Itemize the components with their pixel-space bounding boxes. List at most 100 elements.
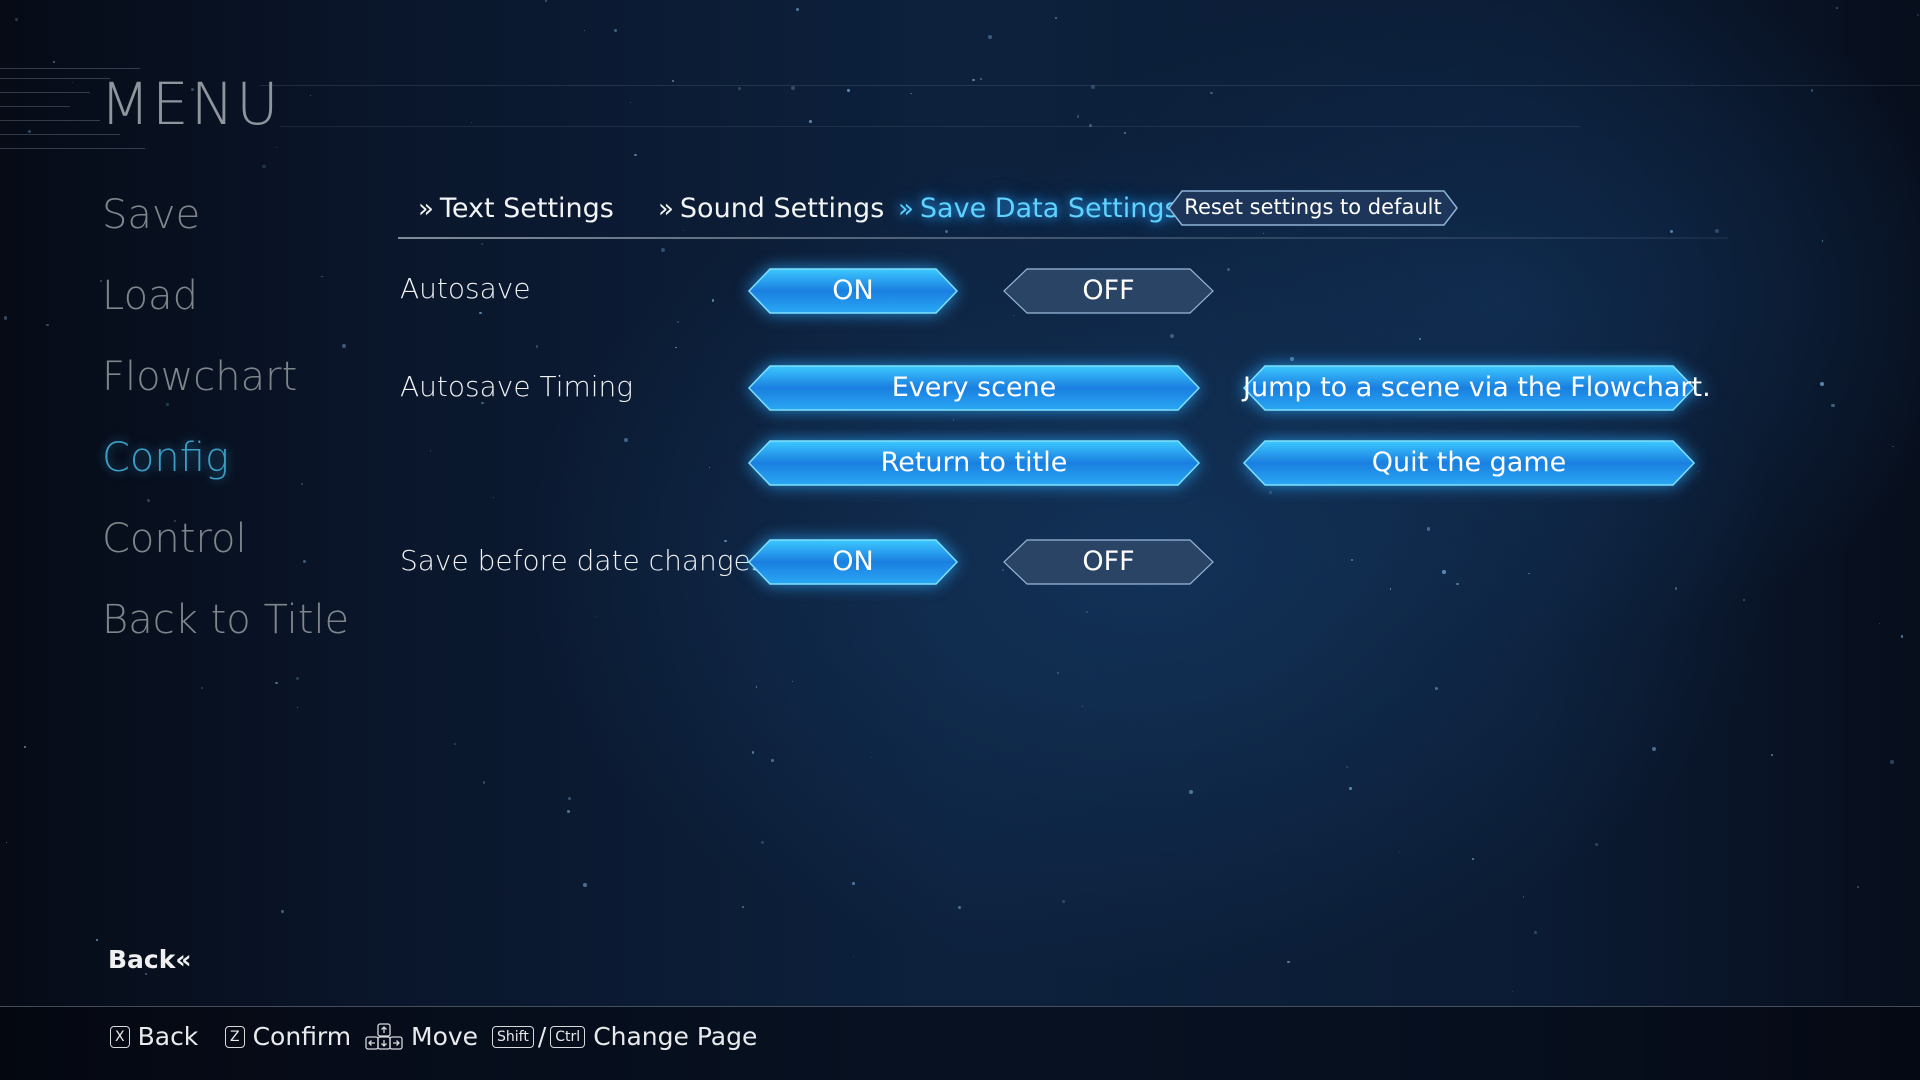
star-dot bbox=[429, 450, 432, 452]
star-dot bbox=[711, 298, 715, 302]
star-dot bbox=[852, 955, 855, 958]
star-dot bbox=[796, 8, 799, 11]
key-ctrl-icon: Ctrl bbox=[550, 1025, 586, 1048]
hint-change-page: Shift / Ctrl Change Page bbox=[492, 1022, 757, 1051]
autosave-label: Autosave bbox=[400, 272, 531, 305]
timing-return-to-title-button[interactable]: Return to title bbox=[747, 440, 1201, 486]
star-dot bbox=[1742, 599, 1745, 602]
menu-divider-lower bbox=[280, 126, 1580, 127]
star-dot bbox=[1878, 622, 1880, 624]
tab-label: Sound Settings bbox=[679, 193, 885, 224]
timing-every-scene-label: Every scene bbox=[891, 372, 1057, 403]
star-dot bbox=[1820, 382, 1824, 386]
star-dot bbox=[741, 905, 744, 908]
timing-return-to-title-label: Return to title bbox=[880, 447, 1068, 478]
autosave-on-button[interactable]: ON bbox=[747, 268, 959, 314]
hint-confirm: Z Confirm bbox=[225, 1022, 351, 1051]
star-dot bbox=[567, 809, 570, 813]
star-dot bbox=[1349, 787, 1352, 790]
star-dot bbox=[583, 29, 586, 32]
star-dot bbox=[594, 615, 596, 617]
hint-change-page-label: Change Page bbox=[593, 1022, 758, 1051]
star-dot bbox=[1900, 635, 1904, 638]
star-dot bbox=[755, 685, 758, 688]
reset-settings-label: Reset settings to default bbox=[1184, 195, 1442, 219]
star-dot bbox=[1085, 610, 1088, 613]
star-dot bbox=[262, 164, 266, 168]
autosave-on-label: ON bbox=[832, 275, 874, 306]
sidebar-item-control[interactable]: Control bbox=[102, 509, 349, 590]
timing-flowchart-jump-label: Jump to a scene via the Flowchart. bbox=[1243, 372, 1711, 403]
star-dot bbox=[296, 707, 298, 709]
star-dot bbox=[1287, 960, 1290, 964]
star-dot bbox=[1082, 705, 1084, 707]
tabs-underline bbox=[398, 237, 1728, 239]
star-dot bbox=[201, 687, 204, 690]
star-dot bbox=[14, 18, 18, 22]
save-before-date-label: Save before date changes bbox=[400, 544, 766, 577]
hint-back-label: Back bbox=[137, 1022, 199, 1051]
star-dot bbox=[1533, 930, 1538, 935]
reset-settings-button[interactable]: Reset settings to default bbox=[1168, 190, 1458, 226]
star-dot bbox=[1511, 991, 1513, 993]
star-dot bbox=[535, 345, 539, 348]
menu-divider bbox=[260, 85, 1920, 86]
star-dot bbox=[708, 466, 710, 469]
star-dot bbox=[910, 92, 913, 95]
tab-label: Text Settings bbox=[439, 193, 614, 224]
star-dot bbox=[661, 247, 666, 252]
star-dot bbox=[751, 750, 755, 754]
tab-label: Save Data Settings bbox=[919, 193, 1179, 224]
tab-sound-settings[interactable]: » Sound Settings bbox=[658, 193, 884, 224]
star-dot bbox=[630, 101, 632, 104]
timing-quit-game-button[interactable]: Quit the game bbox=[1242, 440, 1696, 486]
timing-flowchart-jump-button[interactable]: Jump to a scene via the Flowchart. bbox=[1242, 365, 1711, 411]
autosave-off-label: OFF bbox=[1082, 275, 1135, 306]
star-dot bbox=[544, 0, 548, 3]
timing-every-scene-button[interactable]: Every scene bbox=[747, 365, 1201, 411]
settings-tabs: » Text Settings » Sound Settings » Save Dat… bbox=[398, 185, 1728, 237]
back-label: Back bbox=[108, 945, 176, 974]
star-dot bbox=[24, 746, 26, 748]
sidebar-item-save[interactable]: Save bbox=[102, 185, 349, 266]
hint-confirm-label: Confirm bbox=[252, 1022, 352, 1051]
star-dot bbox=[675, 346, 677, 348]
star-dot bbox=[1076, 115, 1080, 118]
double-chevron-left-icon: « bbox=[175, 945, 192, 974]
tab-text-settings[interactable]: » Text Settings bbox=[418, 193, 614, 224]
autosave-off-button[interactable]: OFF bbox=[1003, 268, 1214, 314]
save-before-date-on-label: ON bbox=[832, 546, 874, 577]
star-dot bbox=[295, 676, 299, 680]
star-dot bbox=[5, 841, 8, 844]
sidebar-item-flowchart[interactable]: Flowchart bbox=[102, 347, 349, 428]
star-dot bbox=[1418, 337, 1421, 341]
star-dot bbox=[46, 323, 49, 327]
sidebar-item-config[interactable]: Config bbox=[102, 428, 349, 509]
tab-save-data-settings[interactable]: » Save Data Settings bbox=[898, 193, 1179, 224]
star-dot bbox=[479, 311, 482, 314]
back-button[interactable]: Back« bbox=[108, 945, 192, 974]
star-dot bbox=[771, 758, 775, 762]
star-dot bbox=[737, 87, 741, 90]
star-dot bbox=[1188, 790, 1193, 794]
sidebar-item-load[interactable]: Load bbox=[102, 266, 349, 347]
star-dot bbox=[953, 419, 955, 421]
sidebar-item-back-to-title[interactable]: Back to Title bbox=[102, 590, 349, 671]
hint-back: X Back bbox=[110, 1022, 198, 1051]
star-dot bbox=[281, 909, 284, 913]
star-dot bbox=[582, 882, 587, 887]
star-dot bbox=[1890, 760, 1894, 764]
star-dot bbox=[1290, 357, 1294, 361]
star-dot bbox=[1522, 896, 1525, 898]
autosave-timing-label: Autosave Timing bbox=[400, 370, 634, 403]
save-before-date-off-button[interactable]: OFF bbox=[1003, 539, 1214, 585]
star-dot bbox=[1434, 686, 1439, 691]
star-dot bbox=[791, 680, 793, 683]
star-dot bbox=[972, 78, 975, 81]
star-dot bbox=[672, 79, 675, 82]
star-dot bbox=[1389, 588, 1392, 590]
save-before-date-on-button[interactable]: ON bbox=[747, 539, 959, 585]
menu-title: MENU bbox=[100, 70, 281, 138]
star-dot bbox=[568, 797, 572, 801]
star-dot bbox=[1268, 491, 1272, 495]
